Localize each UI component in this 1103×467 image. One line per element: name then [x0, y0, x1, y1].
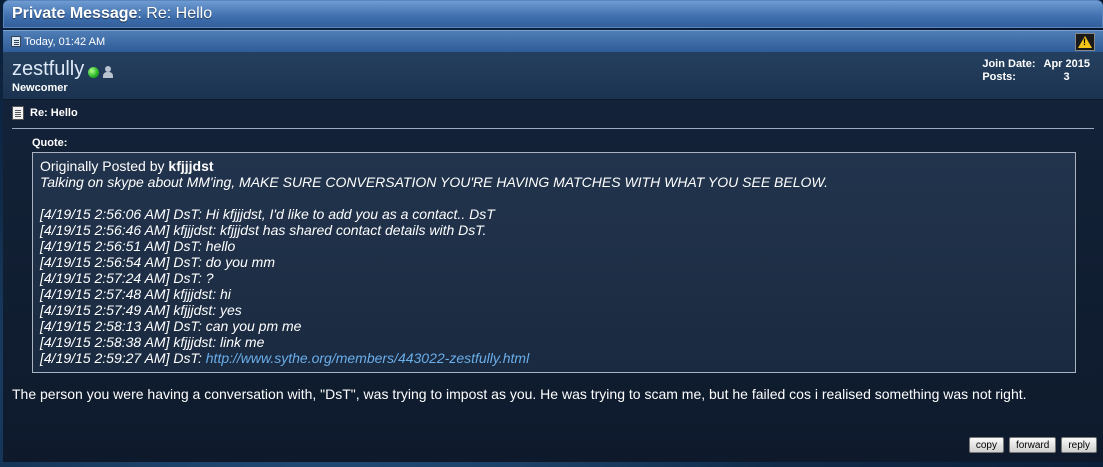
quote-line: [4/19/15 2:58:38 AM] kfjjjdst: link me: [40, 334, 265, 350]
quote-line: [4/19/15 2:56:46 AM] kfjjjdst: kfjjjdst …: [40, 222, 487, 238]
page-title: Private Message: Re: Hello: [3, 0, 1103, 28]
copy-button[interactable]: copy: [968, 437, 1004, 453]
online-status-icon: [88, 66, 100, 78]
posts-label: Posts:: [982, 71, 1016, 83]
quote-line: Talking on skype about MM'ing, MAKE SURE…: [40, 174, 828, 190]
post-icon: [11, 36, 21, 47]
profile-link[interactable]: http://www.sythe.org/members/443022-zest…: [206, 350, 529, 366]
message-content: Re: Hello Quote: Originally Posted by kf…: [3, 100, 1103, 462]
quote-line: [4/19/15 2:59:27 AM] DsT: http://www.syt…: [40, 350, 1068, 366]
quote-line: [4/19/15 2:57:49 AM] kfjjjdst: yes: [40, 302, 242, 318]
page-title-rest: : Re: Hello: [137, 5, 213, 22]
quote-box: Originally Posted by kfjjjdst Talking on…: [32, 152, 1076, 373]
quote-label: Quote:: [32, 137, 68, 149]
user-info: zestfully Newcomer Join Date: Apr 2015 P…: [3, 52, 1103, 100]
person-icon: [103, 65, 114, 78]
post-date: Today, 01:42 AM: [24, 35, 106, 48]
page-title-strong: Private Message: [12, 5, 138, 22]
reply-button[interactable]: reply: [1061, 437, 1097, 453]
message-text: The person you were having a conversatio…: [12, 386, 1027, 402]
posts-value: 3: [1063, 71, 1070, 83]
join-date-label: Join Date:: [982, 58, 1036, 70]
message-title-text: Re: Hello: [30, 107, 78, 119]
quote-body: Talking on skype about MM'ing, MAKE SURE…: [40, 174, 1068, 366]
forward-button[interactable]: forward: [1008, 437, 1057, 453]
quote-line: [4/19/15 2:58:13 AM] DsT: can you pm me: [40, 318, 302, 334]
username-link[interactable]: zestfully: [12, 58, 84, 81]
join-date-value: Apr 2015: [1043, 58, 1090, 70]
post-date-bar: Today, 01:42 AM !: [3, 30, 1103, 52]
warning-icon: !: [1078, 35, 1092, 48]
quote-line: [4/19/15 2:56:54 AM] DsT: do you mm: [40, 254, 275, 270]
private-message-panel: Private Message: Re: Hello Today, 01:42 …: [3, 0, 1103, 462]
message-title-icon: [12, 106, 24, 120]
quote-line: [4/19/15 2:57:24 AM] DsT: ?: [40, 270, 214, 286]
quote-author-prefix: Originally Posted by: [40, 158, 169, 174]
message-actions: copy forward reply: [968, 437, 1097, 453]
user-title: Newcomer: [12, 82, 68, 94]
user-stats: Join Date: Apr 2015 Posts: 3: [982, 58, 1094, 93]
quote-author: kfjjjdst: [168, 158, 214, 174]
quote-line: [4/19/15 2:56:06 AM] DsT: Hi kfjjjdst, I…: [40, 206, 495, 222]
quote-line: [4/19/15 2:57:48 AM] kfjjjdst: hi: [40, 286, 231, 302]
quote-last-prefix: [4/19/15 2:59:27 AM] DsT:: [40, 350, 206, 366]
quote-author-line: Originally Posted by kfjjjdst: [40, 158, 1068, 174]
report-button[interactable]: !: [1075, 32, 1095, 51]
quote-line: [4/19/15 2:56:51 AM] DsT: hello: [40, 238, 236, 254]
message-title: Re: Hello: [12, 106, 1094, 129]
